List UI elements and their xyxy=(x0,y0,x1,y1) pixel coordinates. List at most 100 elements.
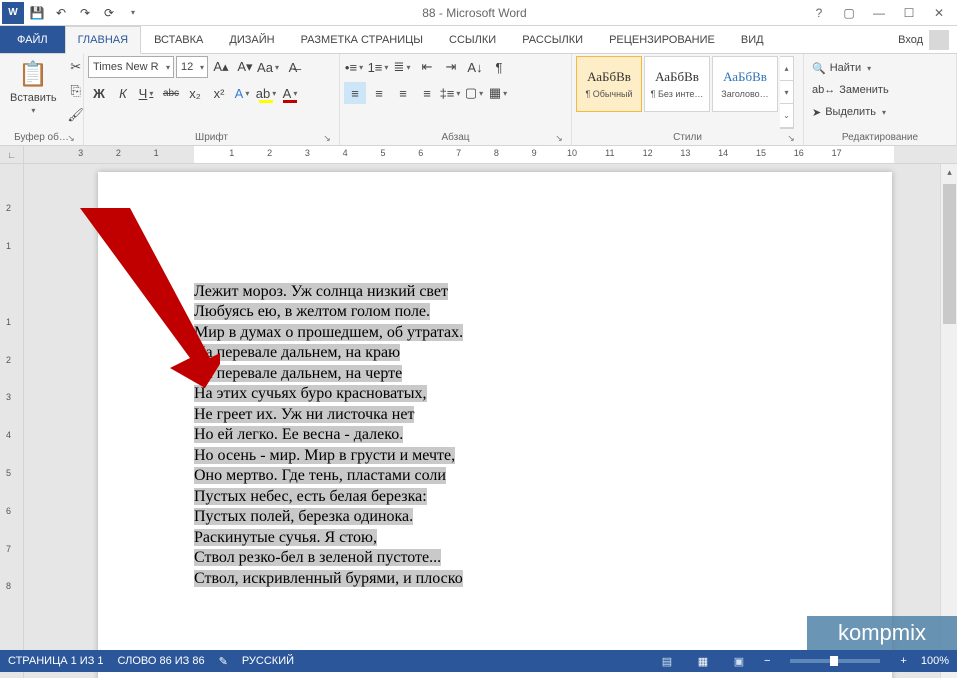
tab-insert[interactable]: ВСТАВКА xyxy=(141,26,216,53)
sort-icon[interactable]: A↓ xyxy=(464,56,486,78)
page[interactable]: Лежит мороз. Уж солнца низкий светЛюбуяс… xyxy=(98,172,892,678)
clear-format-icon[interactable]: A̶ xyxy=(282,56,304,78)
ruler-vertical[interactable]: 2112345678 xyxy=(0,164,24,678)
underline-button[interactable]: Ч▾ xyxy=(136,82,158,104)
text-line[interactable]: Пустых полей, березка одинока. xyxy=(194,507,892,527)
tab-design[interactable]: ДИЗАЙН xyxy=(216,26,287,53)
text-line[interactable]: На этих сучьях буро красноватых, xyxy=(194,384,892,404)
justify-icon[interactable]: ≡ xyxy=(416,82,438,104)
shrink-font-icon[interactable]: A▾ xyxy=(234,56,256,78)
superscript-icon[interactable]: x² xyxy=(208,82,230,104)
find-button[interactable]: 🔍Найти▾ xyxy=(808,58,893,78)
strike-button[interactable]: abc xyxy=(160,82,182,104)
style-normal[interactable]: АаБбВв ¶ Обычный xyxy=(576,56,642,112)
view-web-icon[interactable]: ▣ xyxy=(728,652,750,670)
change-case-icon[interactable]: Aa▾ xyxy=(258,56,280,78)
font-size-select[interactable]: 12 xyxy=(176,56,208,78)
text-line[interactable]: На перевале дальнем, на черте xyxy=(194,364,892,384)
select-button[interactable]: ➤Выделить▾ xyxy=(808,102,893,122)
increase-indent-icon[interactable]: ⇥ xyxy=(440,56,462,78)
tab-home[interactable]: ГЛАВНАЯ xyxy=(65,26,141,54)
view-print-icon[interactable]: ▦ xyxy=(692,652,714,670)
dialog-launcher-icon[interactable]: ↘ xyxy=(785,132,797,144)
font-color-icon[interactable]: A▾ xyxy=(280,82,302,104)
text-line[interactable]: Не греет их. Уж ни листочка нет xyxy=(194,405,892,425)
status-words[interactable]: СЛОВО 86 ИЗ 86 xyxy=(118,655,205,667)
tab-layout[interactable]: РАЗМЕТКА СТРАНИЦЫ xyxy=(288,26,436,53)
text-line[interactable]: Мир в думах о прошедшем, об утратах. xyxy=(194,323,892,343)
ruler-tick: 6 xyxy=(418,148,423,158)
zoom-in-button[interactable]: + xyxy=(900,655,906,667)
ruler-tick: 11 xyxy=(605,148,614,158)
borders-icon[interactable]: ▦▾ xyxy=(488,82,510,104)
ruler-tick: 1 xyxy=(6,241,11,251)
undo-icon[interactable]: ↶ xyxy=(50,2,72,24)
close-button[interactable]: ✕ xyxy=(925,3,953,23)
multilevel-icon[interactable]: ≣▾ xyxy=(392,56,414,78)
scroll-up-icon[interactable]: ▴ xyxy=(941,164,957,181)
bold-button[interactable]: Ж xyxy=(88,82,110,104)
scroll-thumb[interactable] xyxy=(943,184,956,324)
highlight-icon[interactable]: ab▾ xyxy=(256,82,278,104)
status-page[interactable]: СТРАНИЦА 1 ИЗ 1 xyxy=(8,655,104,667)
text-line[interactable]: Но осень - мир. Мир в грусти и мечте, xyxy=(194,446,892,466)
bullets-icon[interactable]: •≡▾ xyxy=(344,56,366,78)
dialog-launcher-icon[interactable]: ↘ xyxy=(553,132,565,144)
text-line[interactable]: Ствол резко-бел в зеленой пустоте... xyxy=(194,548,892,568)
repeat-icon[interactable]: ⟳ xyxy=(98,2,120,24)
tab-view[interactable]: ВИД xyxy=(728,26,777,53)
text-effects-icon[interactable]: A▾ xyxy=(232,82,254,104)
help-icon[interactable]: ? xyxy=(805,3,833,23)
style-heading1[interactable]: АаБбВв Заголово… xyxy=(712,56,778,112)
tab-review[interactable]: РЕЦЕНЗИРОВАНИЕ xyxy=(596,26,728,53)
ruler-horizontal[interactable]: ∟ 3211234567891011121314151617 xyxy=(0,146,957,164)
text-line[interactable]: Оно мертво. Где тень, пластами соли xyxy=(194,466,892,486)
maximize-button[interactable]: ☐ xyxy=(895,3,923,23)
signin-link[interactable]: Вход xyxy=(890,26,957,53)
numbering-icon[interactable]: 1≡▾ xyxy=(368,56,390,78)
zoom-level[interactable]: 100% xyxy=(921,655,949,667)
document-area[interactable]: Лежит мороз. Уж солнца низкий светЛюбуяс… xyxy=(24,164,957,678)
tab-references[interactable]: ССЫЛКИ xyxy=(436,26,509,53)
show-marks-icon[interactable]: ¶ xyxy=(488,56,510,78)
tab-file[interactable]: ФАЙЛ xyxy=(0,26,65,53)
zoom-out-button[interactable]: − xyxy=(764,655,770,667)
align-right-icon[interactable]: ≡ xyxy=(392,82,414,104)
replace-button[interactable]: ab↔Заменить xyxy=(808,80,893,100)
text-line[interactable]: Лежит мороз. Уж солнца низкий свет xyxy=(194,282,892,302)
tab-selector[interactable]: ∟ xyxy=(0,146,24,163)
font-name-select[interactable]: Times New R xyxy=(88,56,174,78)
text-line[interactable]: На перевале дальнем, на краю xyxy=(194,343,892,363)
dialog-launcher-icon[interactable]: ↘ xyxy=(65,132,77,144)
decrease-indent-icon[interactable]: ⇤ xyxy=(416,56,438,78)
ribbon-options-icon[interactable]: ▢ xyxy=(835,3,863,23)
style-no-spacing[interactable]: АаБбВв ¶ Без инте… xyxy=(644,56,710,112)
paste-button[interactable]: 📋 Вставить ▾ xyxy=(4,56,63,117)
italic-button[interactable]: К xyxy=(112,82,134,104)
minimize-button[interactable]: — xyxy=(865,3,893,23)
shading-icon[interactable]: ▢▾ xyxy=(464,82,486,104)
text-line[interactable]: Любуясь ею, в желтом голом поле. xyxy=(194,302,892,322)
align-left-icon[interactable]: ≡ xyxy=(344,82,366,104)
tab-mailings[interactable]: РАССЫЛКИ xyxy=(509,26,596,53)
subscript-icon[interactable]: x₂ xyxy=(184,82,206,104)
line-spacing-icon[interactable]: ‡≡▾ xyxy=(440,82,462,104)
align-center-icon[interactable]: ≡ xyxy=(368,82,390,104)
view-read-icon[interactable]: ▤ xyxy=(656,652,678,670)
styles-scroller[interactable]: ▴▾⌄ xyxy=(780,56,794,129)
dialog-launcher-icon[interactable]: ↘ xyxy=(321,132,333,144)
text-line[interactable]: Пустых небес, есть белая березка: xyxy=(194,487,892,507)
grow-font-icon[interactable]: A▴ xyxy=(210,56,232,78)
save-icon[interactable]: 💾 xyxy=(26,2,48,24)
zoom-slider[interactable] xyxy=(790,659,880,663)
vertical-scrollbar[interactable]: ▴ ▾ xyxy=(940,164,957,678)
workspace: 2112345678 Лежит мороз. Уж солнца низкий… xyxy=(0,164,957,678)
text-line[interactable]: Раскинутые сучья. Я стою, xyxy=(194,528,892,548)
status-language[interactable]: РУССКИЙ xyxy=(242,655,294,667)
text-line[interactable]: Ствол, искривленный бурями, и плоско xyxy=(194,569,892,589)
ruler-tick: 3 xyxy=(305,148,310,158)
text-line[interactable]: Но ей легко. Ее весна - далеко. xyxy=(194,425,892,445)
qat-dropdown-icon[interactable]: ▾ xyxy=(122,2,144,24)
redo-icon[interactable]: ↷ xyxy=(74,2,96,24)
proofing-icon[interactable]: ✎ xyxy=(219,655,228,668)
